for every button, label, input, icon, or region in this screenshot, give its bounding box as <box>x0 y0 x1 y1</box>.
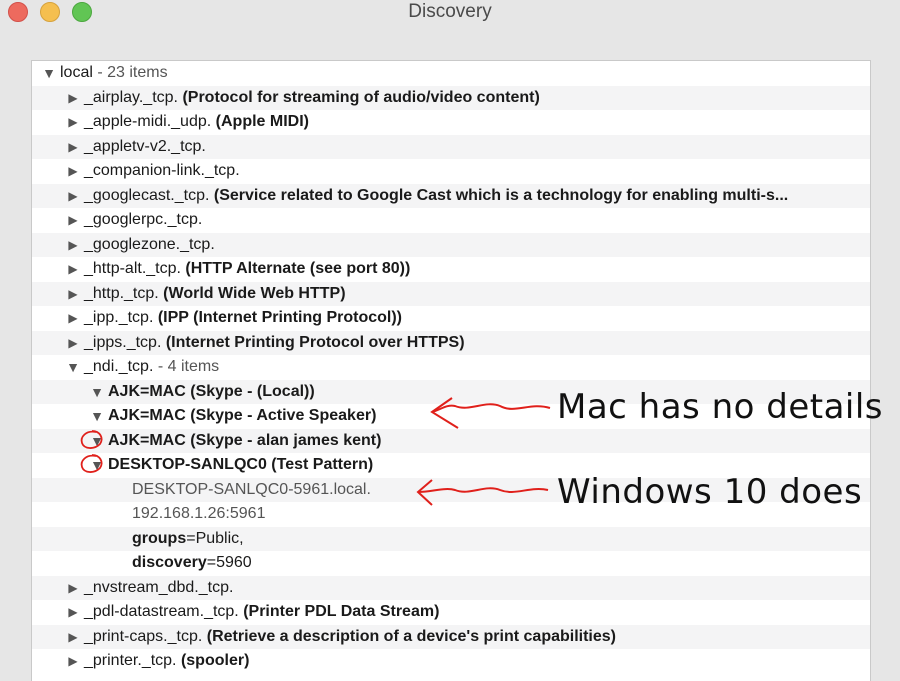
circle-mark-1 <box>80 430 103 449</box>
annotation-windows: Windows 10 does <box>557 472 863 512</box>
annotation-overlay <box>80 397 551 506</box>
annotation-mac: Mac has no details <box>557 387 884 427</box>
arrow-mac-annotation <box>431 403 551 413</box>
arrow-windows-annotation <box>417 487 549 493</box>
arrow-mac-head <box>430 397 459 429</box>
circle-mark-2 <box>80 454 103 473</box>
